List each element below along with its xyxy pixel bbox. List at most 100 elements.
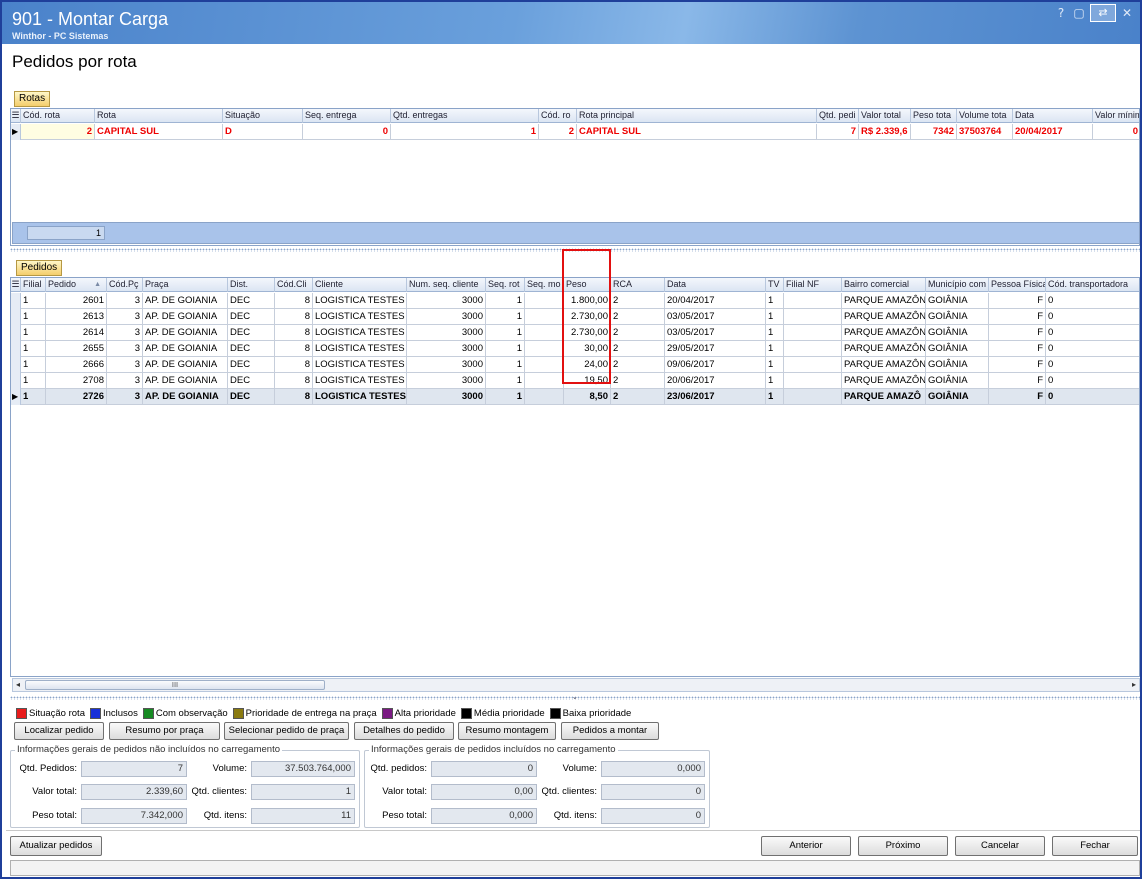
cell[interactable]: LOGISTICA TESTES	[313, 325, 407, 341]
cell[interactable]: 3000	[407, 325, 486, 341]
col-header[interactable]: Cód. transportadora	[1046, 278, 1139, 292]
cell[interactable]: DEC	[228, 309, 275, 325]
cell[interactable]	[784, 389, 842, 405]
cell[interactable]: AP. DE GOIANIA	[143, 309, 228, 325]
close-icon[interactable]: ✕	[1120, 6, 1134, 20]
col-header[interactable]: Cód.Pç	[107, 278, 143, 292]
col-header[interactable]: Dist.	[228, 278, 275, 292]
cell[interactable]: LOGISTICA TESTES	[313, 357, 407, 373]
cell[interactable]: 37503764	[957, 124, 1013, 140]
cell[interactable]: PARQUE AMAZÔNI	[842, 357, 926, 373]
cell[interactable]: R$ 2.339,6	[859, 124, 911, 140]
anterior-button[interactable]: Anterior	[761, 836, 851, 856]
cell[interactable]: 1	[21, 357, 46, 373]
cell[interactable]: 1	[766, 389, 784, 405]
cancelar-button[interactable]: Cancelar	[955, 836, 1045, 856]
cell[interactable]	[525, 325, 564, 341]
col-header[interactable]: Situação	[223, 109, 303, 123]
cell[interactable]: F	[989, 389, 1046, 405]
cell[interactable]: F	[989, 293, 1046, 309]
cell[interactable]: GOIÂNIA	[926, 373, 989, 389]
proximo-button[interactable]: Próximo	[858, 836, 948, 856]
cell[interactable]: F	[989, 325, 1046, 341]
col-header[interactable]: Data	[1013, 109, 1093, 123]
cell[interactable]: PARQUE AMAZÔNI	[842, 373, 926, 389]
cell[interactable]: 0	[1046, 325, 1139, 341]
cell[interactable]: 3000	[407, 293, 486, 309]
cell[interactable]: 1	[486, 389, 525, 405]
cell[interactable]: 3	[107, 325, 143, 341]
cell[interactable]: 3	[107, 389, 143, 405]
cell[interactable]: 0	[1046, 341, 1139, 357]
cell[interactable]: CAPITAL SUL	[95, 124, 223, 140]
cell[interactable]: 1	[766, 373, 784, 389]
cell[interactable]: DEC	[228, 293, 275, 309]
cell[interactable]: 3	[107, 309, 143, 325]
cell[interactable]	[525, 373, 564, 389]
col-header[interactable]: Cliente	[313, 278, 407, 292]
cell[interactable]: 8	[275, 325, 313, 341]
column-chooser-icon[interactable]: ☰	[11, 109, 21, 123]
cell[interactable]	[784, 293, 842, 309]
cell[interactable]: 03/05/2017	[665, 325, 766, 341]
cell[interactable]: 1	[21, 341, 46, 357]
cell[interactable]: LOGISTICA TESTES	[313, 293, 407, 309]
col-header[interactable]: Cód. rota	[21, 109, 95, 123]
cell[interactable]: 8,50	[564, 389, 611, 405]
cell[interactable]: 8	[275, 309, 313, 325]
cell[interactable]: 2708	[46, 373, 107, 389]
cell[interactable]: AP. DE GOIANIA	[143, 373, 228, 389]
cell[interactable]	[784, 309, 842, 325]
cell[interactable]: GOIÂNIA	[926, 389, 989, 405]
cell[interactable]: LOGISTICA TESTES	[313, 309, 407, 325]
cell[interactable]: 3000	[407, 357, 486, 373]
cell[interactable]: 2666	[46, 357, 107, 373]
cell[interactable]: 3000	[407, 309, 486, 325]
cell[interactable]	[784, 325, 842, 341]
cell[interactable]: 09/06/2017	[665, 357, 766, 373]
col-header[interactable]: Pessoa Física	[989, 278, 1046, 292]
col-header[interactable]: Rota	[95, 109, 223, 123]
col-header[interactable]: RCA	[611, 278, 665, 292]
cell[interactable]	[784, 357, 842, 373]
col-header[interactable]: Filial NF	[784, 278, 842, 292]
cell[interactable]: 1	[766, 357, 784, 373]
cell[interactable]	[525, 309, 564, 325]
cell[interactable]: PARQUE AMAZÔNI	[842, 325, 926, 341]
restore-icon[interactable]: ⇄	[1090, 4, 1116, 22]
cell[interactable]: 8	[275, 341, 313, 357]
col-header[interactable]: Seq. mo	[525, 278, 564, 292]
cell[interactable]: 3000	[407, 341, 486, 357]
cell[interactable]: 3000	[407, 389, 486, 405]
col-header[interactable]: Filial	[21, 278, 46, 292]
help-icon[interactable]: ?	[1054, 6, 1068, 20]
resumo-por-praca-button[interactable]: Resumo por praça	[109, 722, 220, 740]
col-header[interactable]: Qtd. pedi	[817, 109, 859, 123]
col-header[interactable]: Cód. ro	[539, 109, 577, 123]
cell[interactable]: 2	[611, 325, 665, 341]
cell[interactable]: LOGISTICA TESTES	[313, 373, 407, 389]
cell[interactable]: 0	[1046, 293, 1139, 309]
col-header[interactable]: Peso tota	[911, 109, 957, 123]
cell[interactable]: 0	[1046, 389, 1139, 405]
cell[interactable]: 20/06/2017	[665, 373, 766, 389]
cell[interactable]: 3	[107, 341, 143, 357]
cell[interactable]: DEC	[228, 389, 275, 405]
cell[interactable]: PARQUE AMAZÔNI	[842, 341, 926, 357]
cell[interactable]: 1	[21, 325, 46, 341]
cell[interactable]: 1	[486, 309, 525, 325]
cell[interactable]	[784, 341, 842, 357]
horizontal-scrollbar[interactable]: ◂ III ▸	[12, 678, 1140, 692]
col-header[interactable]: Volume tota	[957, 109, 1013, 123]
col-header[interactable]: Seq. rot	[486, 278, 525, 292]
scrollbar-thumb[interactable]: III	[25, 680, 325, 690]
cell[interactable]: GOIÂNIA	[926, 293, 989, 309]
col-header[interactable]: Seq. entrega	[303, 109, 391, 123]
cell[interactable]: AP. DE GOIANIA	[143, 293, 228, 309]
cell[interactable]: 2	[611, 309, 665, 325]
tab-rotas[interactable]: Rotas	[14, 91, 51, 107]
col-header[interactable]: Praça	[143, 278, 228, 292]
resumo-montagem-button[interactable]: Resumo montagem	[458, 722, 556, 740]
maximize-icon[interactable]: ▢	[1072, 6, 1086, 20]
cell[interactable]: 3	[107, 373, 143, 389]
